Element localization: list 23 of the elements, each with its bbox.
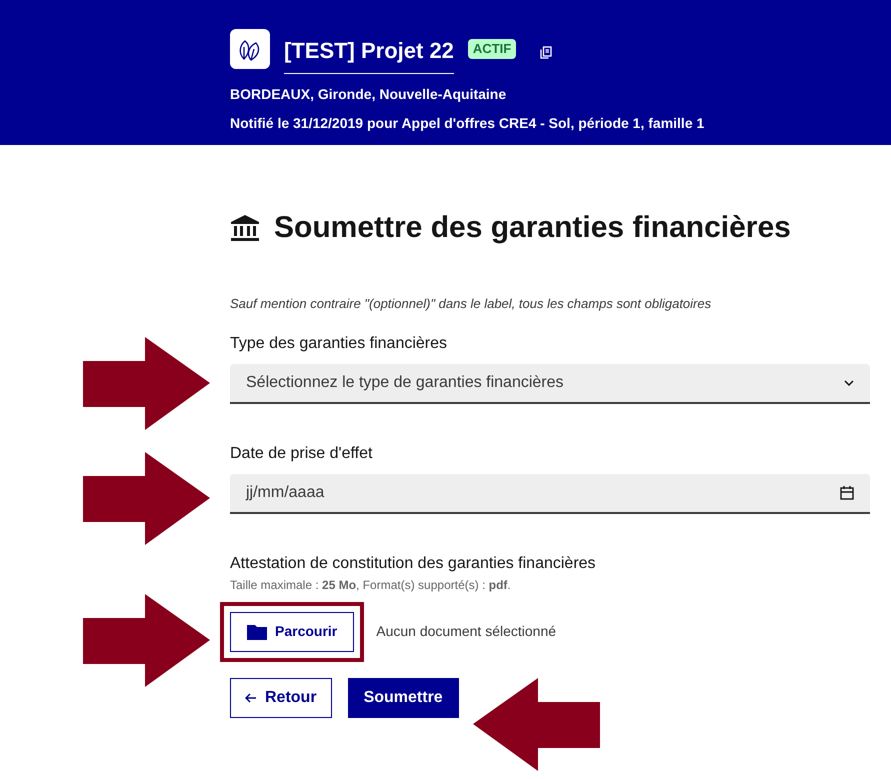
submit-button[interactable]: Soumettre	[348, 678, 459, 718]
field-label: Type des garanties financières	[230, 334, 448, 354]
file-status: Aucun document sélectionné	[376, 622, 556, 641]
arrow-left-icon	[245, 692, 257, 702]
status-badge: ACTIF	[468, 39, 516, 59]
field-label: Attestation de constitution des garanties financières	[230, 554, 597, 574]
date-input[interactable]: jj/mm/aaaa	[230, 474, 870, 514]
project-location: BORDEAUX, Gironde, Nouvelle-Aquitaine	[230, 85, 508, 104]
folder-icon	[247, 624, 267, 640]
bank-icon	[230, 214, 260, 242]
page-title: Soumettre des garanties financières	[274, 210, 791, 246]
type-select[interactable]: Sélectionnez le type de garanties financières	[230, 364, 870, 404]
chevron-down-icon	[844, 380, 854, 386]
project-title: [TEST] Projet 22	[284, 34, 454, 74]
leaf-logo-icon	[230, 29, 270, 69]
notification-info: Notifié le 31/12/2019 pour Appel d'offres CRE4 - Sol, période 1, famille 1	[230, 114, 706, 133]
upload-hint: Taille maximale : 25 Mo, Format(s) supporté(s) : pdf.	[230, 576, 512, 594]
calendar-icon	[840, 486, 854, 500]
back-button[interactable]: Retour	[230, 678, 332, 718]
copy-icon[interactable]	[540, 46, 552, 58]
field-label: Date de prise d'effet	[230, 444, 374, 464]
required-fields-notice: Sauf mention contraire "(optionnel)" dans le label, tous les champs sont obligatoires	[230, 295, 712, 313]
browse-button[interactable]: Parcourir	[230, 612, 354, 652]
